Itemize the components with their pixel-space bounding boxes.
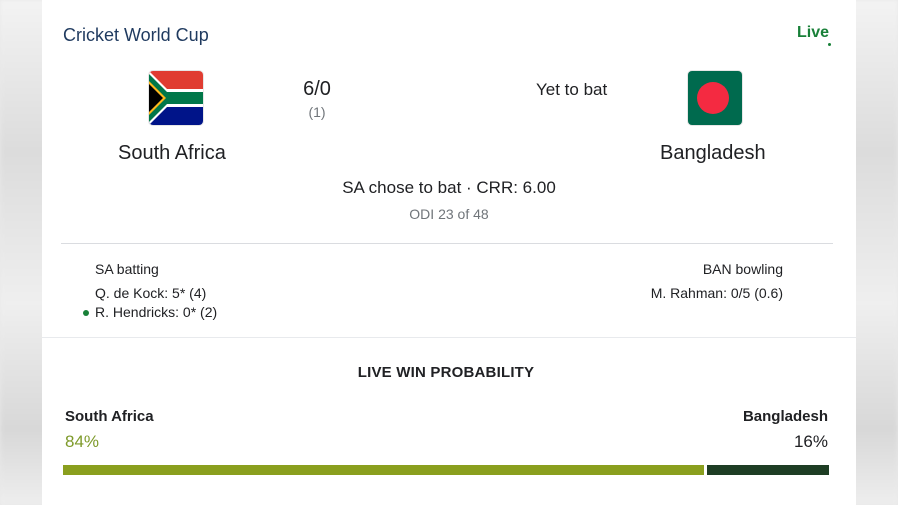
batter-row: Q. de Kock: 5* (4) [95,285,207,301]
south-africa-flag-icon[interactable] [149,71,203,125]
batting-heading: SA batting [95,261,159,277]
win-prob-home-name: South Africa [65,408,154,425]
bowler-row: M. Rahman: 0/5 (0.6) [650,285,783,301]
win-prob-home-percent: 84% [65,432,100,451]
win-prob-away-name: Bangladesh [742,408,828,425]
win-prob-away-percent: 16% [793,432,828,451]
team-name-away[interactable]: Bangladesh [660,142,766,165]
win-prob-away-fill [707,465,829,475]
win-probability-bar [63,465,829,475]
team-name-home[interactable]: South Africa [118,142,226,165]
home-score: 6/0 [303,78,331,100]
match-status: SA chose to bat · CRR: 6.00 [342,178,556,197]
section-divider [42,337,856,338]
bangladesh-flag-icon[interactable] [688,71,742,125]
bangladesh-flag-disc [697,82,729,114]
away-status: Yet to bat [536,80,608,99]
batter-row: R. Hendricks: 0* (2) [95,304,218,320]
home-overs: (1) [308,104,326,120]
win-probability-title: LIVE WIN PROBABILITY [357,364,535,381]
match-card[interactable]: Cricket World Cup Live South Africa Bang… [42,0,856,505]
win-prob-home-fill [63,465,705,475]
competition-title[interactable]: Cricket World Cup [63,25,209,46]
bowling-heading: BAN bowling [702,261,783,277]
on-strike-dot-icon [83,310,89,316]
live-indicator-dot [828,43,831,46]
live-badge: Live [796,24,829,41]
divider [61,243,833,244]
match-info: ODI 23 of 48 [409,206,489,222]
